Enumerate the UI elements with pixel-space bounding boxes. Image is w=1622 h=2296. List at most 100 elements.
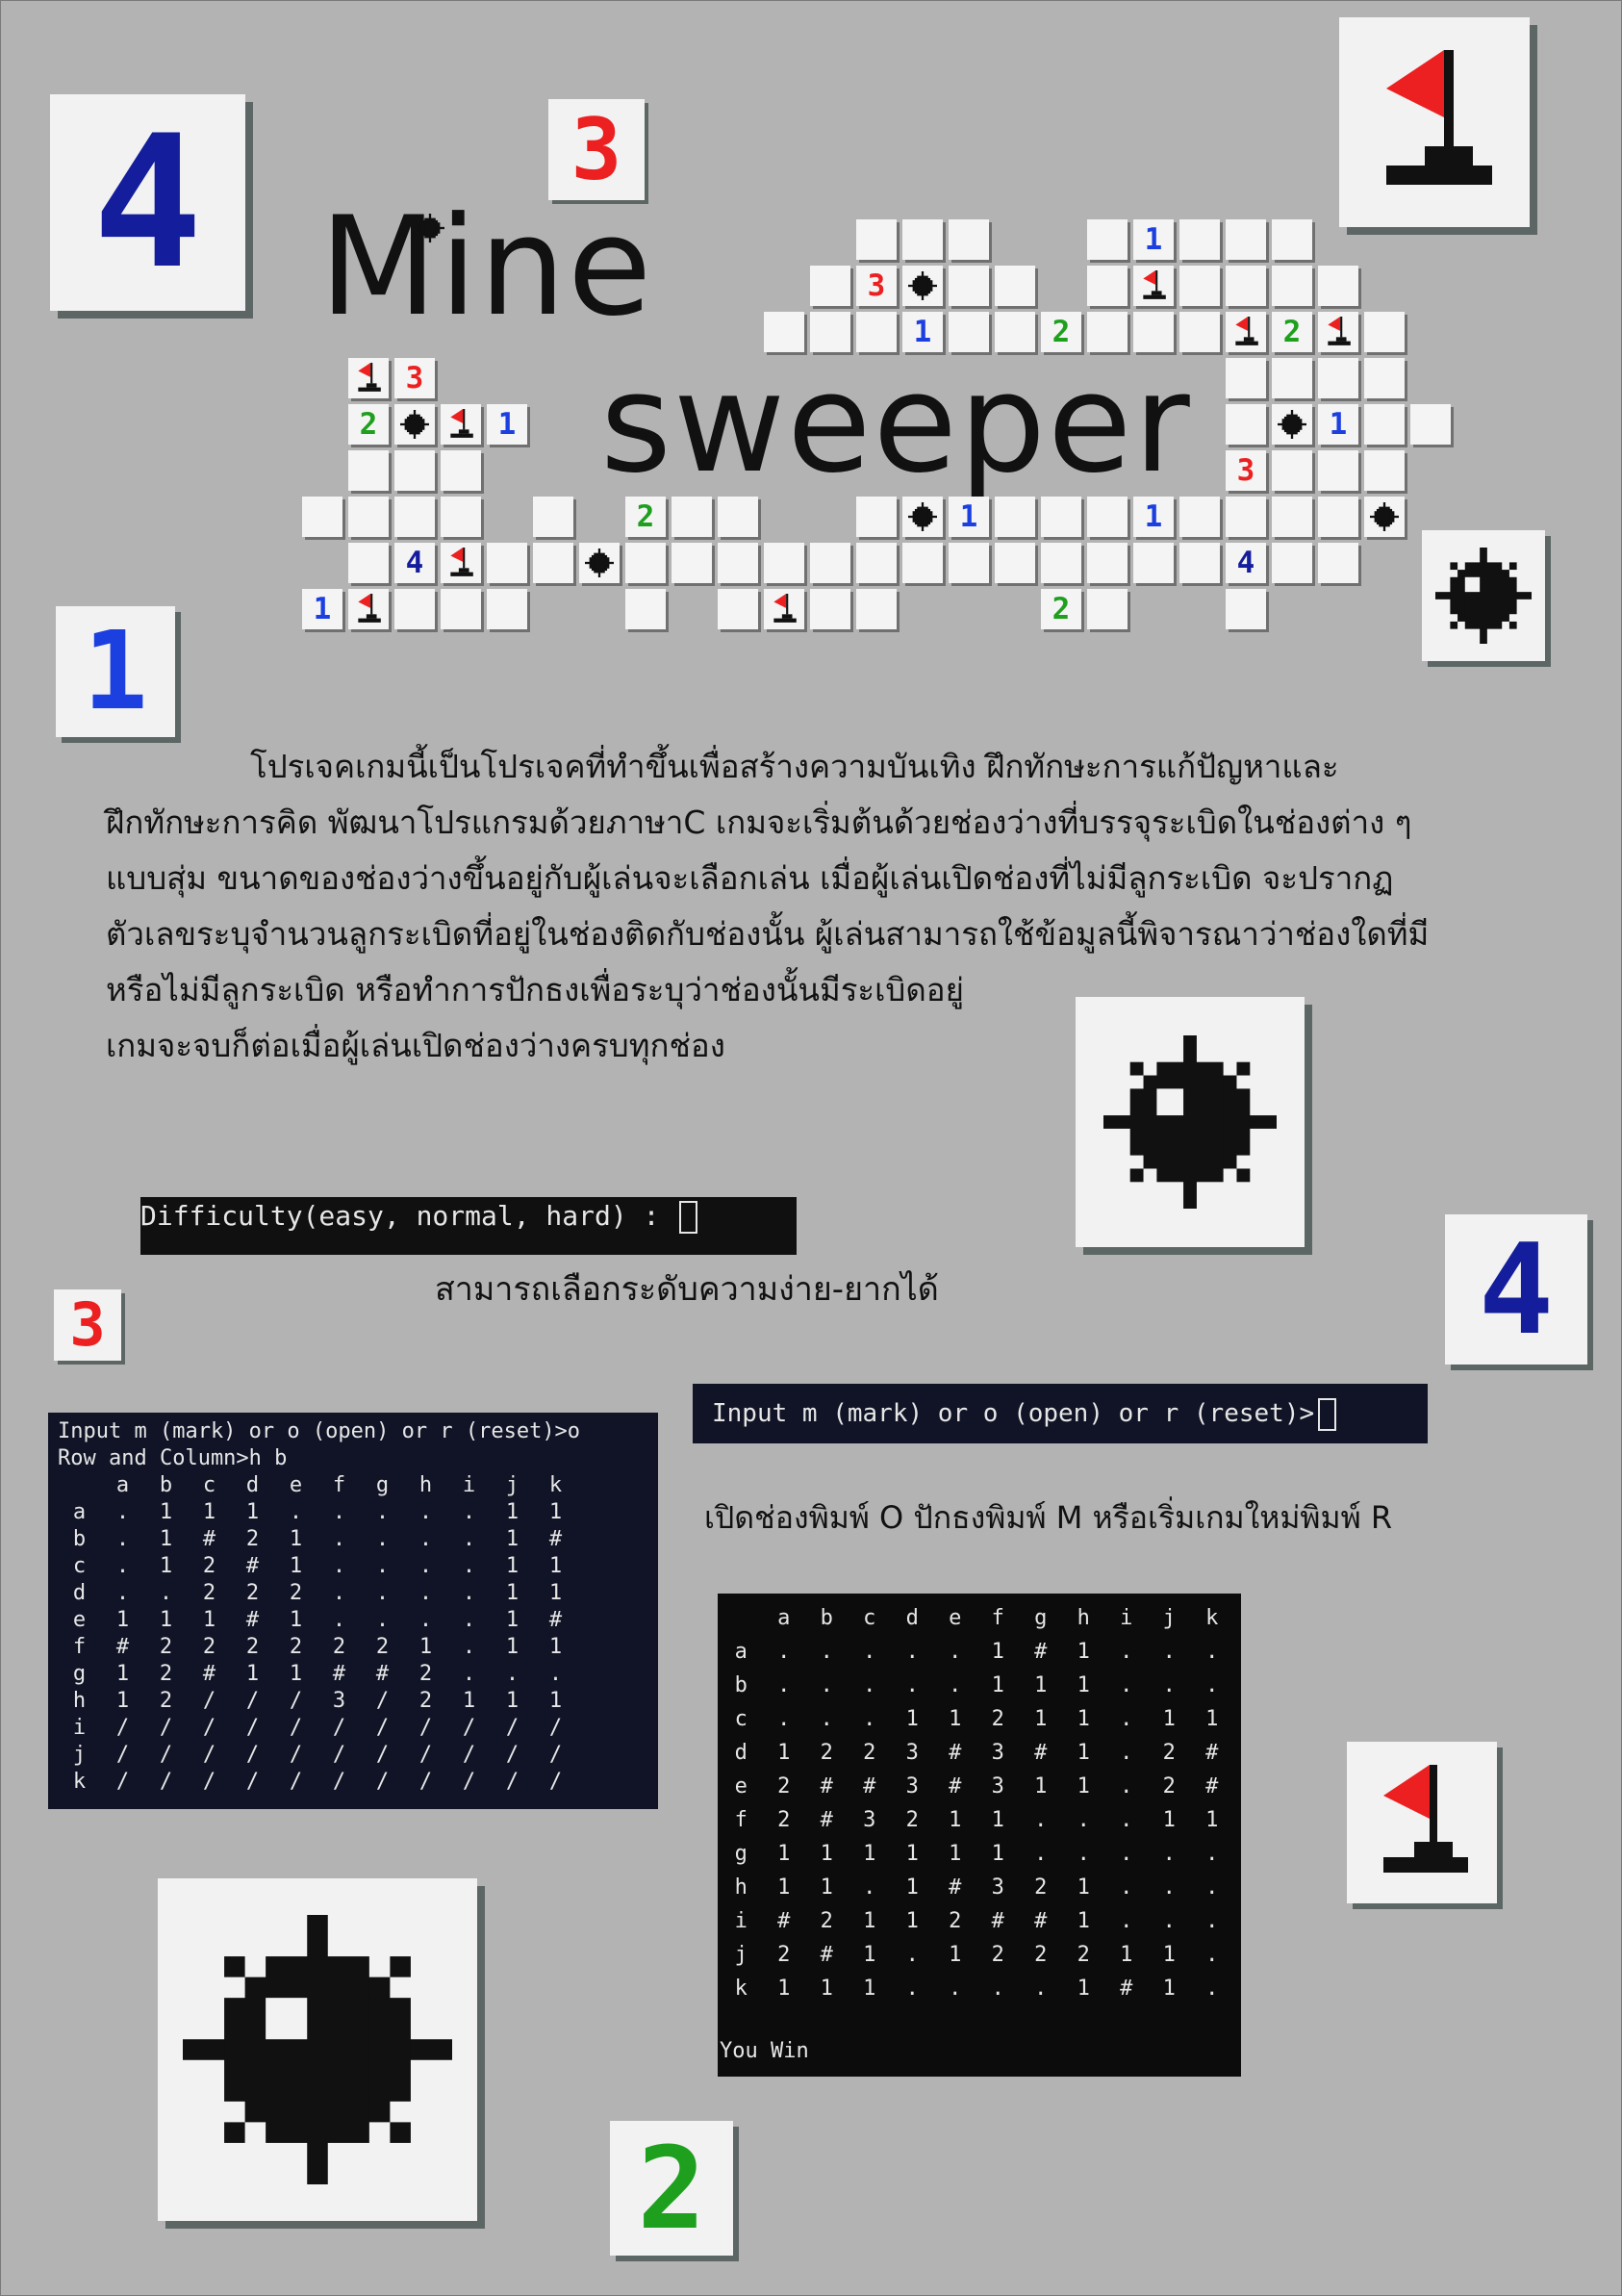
board-cell xyxy=(764,312,804,352)
input-terminal[interactable]: Input m (mark) or o (open) or r (reset)> xyxy=(693,1384,1428,1443)
grid-cell: . xyxy=(115,1500,130,1524)
board-cell xyxy=(348,450,389,491)
grid-cell: 1 xyxy=(991,1808,1004,1832)
cell-number: 4 xyxy=(1236,545,1255,580)
grid-cell: 2 xyxy=(1034,1943,1048,1967)
grid-cell: # xyxy=(245,1608,260,1632)
board-cell-number-one: 1 xyxy=(302,589,342,629)
grid-cell: / xyxy=(289,1770,303,1794)
grid-cell: . xyxy=(505,1662,520,1686)
grid-cell: / xyxy=(159,1716,173,1740)
grid-cell: / xyxy=(245,1743,260,1767)
grid-row-header: g xyxy=(734,1842,748,1866)
grid-cell: . xyxy=(462,1581,476,1605)
grid-cell: # xyxy=(991,1909,1004,1933)
board-cell xyxy=(1226,266,1266,306)
grid-column-header: g xyxy=(375,1473,390,1497)
grid-cell: . xyxy=(1077,1842,1090,1866)
grid-row: e 2 # #3 #3 1 1. 2 # xyxy=(720,1770,1233,1803)
grid-column-header: a xyxy=(777,1606,791,1630)
grid-cell: / xyxy=(418,1770,433,1794)
grid-row: g 1 1 1 1 1 1..... xyxy=(720,1837,1233,1871)
cell-number: 1 xyxy=(913,314,932,349)
cell-number: 1 xyxy=(313,591,332,626)
grid-cell: . xyxy=(462,1500,476,1524)
grid-column-header: j xyxy=(1162,1606,1176,1630)
grid-cell: . xyxy=(820,1640,833,1664)
grid-row-header: b xyxy=(72,1527,87,1551)
difficulty-terminal[interactable]: Difficulty(easy, normal, hard) : xyxy=(140,1197,797,1255)
grid-cell: 1 xyxy=(505,1581,520,1605)
grid-cell: 1 xyxy=(159,1527,173,1551)
grid-cell: . xyxy=(375,1500,390,1524)
board-cell xyxy=(1318,358,1358,398)
grid-cell: . xyxy=(159,1581,173,1605)
grid-cell: 1 xyxy=(159,1554,173,1578)
grid-cell: . xyxy=(905,1977,919,2001)
board-cell xyxy=(1087,497,1128,537)
grid-row-header: b xyxy=(734,1673,748,1697)
grid-column-header: e xyxy=(949,1606,962,1630)
board-cell xyxy=(856,312,897,352)
grid-row: i #2 1 1 2 # #1... xyxy=(720,1904,1233,1938)
board-cell-flag xyxy=(1133,266,1174,306)
grid-cell: / xyxy=(375,1689,390,1713)
grid-cell: . xyxy=(462,1527,476,1551)
board-cell xyxy=(1272,450,1312,491)
grid-cell: . xyxy=(462,1635,476,1659)
board-cell-number-one: 1 xyxy=(1133,219,1174,260)
text-cursor xyxy=(1318,1397,1337,1431)
grid-cell: . xyxy=(1162,1909,1176,1933)
grid-cell: . xyxy=(905,1640,919,1664)
grid-cell: / xyxy=(548,1770,563,1794)
grid-cell: . xyxy=(1034,1808,1048,1832)
grid-cell: 2 xyxy=(289,1581,303,1605)
mine-icon xyxy=(585,548,614,577)
grid-cell: 2 xyxy=(777,1943,791,1967)
grid-cell: 1 xyxy=(548,1689,563,1713)
cell-number: 1 xyxy=(959,498,978,534)
grid-cell: . xyxy=(863,1875,876,1900)
grid-cell: # xyxy=(115,1635,130,1659)
grid-row-header: c xyxy=(734,1707,748,1731)
board-grid: a b c d e f g h i j k a. 1 1 1..... 1 1 b. 1 #2 1.... 1 # c. 1 2 #… xyxy=(58,1472,577,1796)
grid-cell: # xyxy=(863,1774,876,1799)
grid-cell: # xyxy=(1120,1977,1133,2001)
board-cell xyxy=(1226,589,1266,629)
grid-cell: 2 xyxy=(289,1635,303,1659)
grid-cell: 1 xyxy=(1077,1909,1090,1933)
flag-icon xyxy=(1383,1765,1468,1873)
board-cell xyxy=(487,589,527,629)
board-cell xyxy=(533,543,573,583)
board-cell-number-two: 2 xyxy=(1041,312,1081,352)
grid-row: e 1 1 1 #1.... 1 # xyxy=(58,1607,577,1634)
grid-cell: / xyxy=(115,1716,130,1740)
grid-cell: . xyxy=(1205,1842,1219,1866)
grid-cell: 3 xyxy=(332,1689,346,1713)
grid-cell: . xyxy=(1162,1673,1176,1697)
board-cell xyxy=(394,497,435,537)
game-terminal-win: a b c d e f g h i j k a..... 1 #1... b..... 1 1 1... c... 1… xyxy=(718,1594,1241,2077)
game-terminal-progress: Input m (mark) or o (open) or r (reset)>… xyxy=(48,1413,658,1809)
board-cell xyxy=(348,543,389,583)
grid-cell: # xyxy=(1205,1741,1219,1765)
board-cell-flag xyxy=(441,404,481,445)
input-caption: เปิดช่องพิมพ์ O ปักธงพิมพ์ M หรือเริ่มเก… xyxy=(704,1499,1393,1536)
grid-row: k / / / / / / / / / / / xyxy=(58,1769,577,1796)
board-cell xyxy=(1226,404,1266,445)
grid-cell: 1 xyxy=(159,1500,173,1524)
grid-cell: 1 xyxy=(863,1943,876,1967)
grid-cell: . xyxy=(777,1673,791,1697)
grid-cell: . xyxy=(1120,1741,1133,1765)
grid-cell: . xyxy=(1205,1909,1219,1933)
board-cell xyxy=(441,497,481,537)
grid-column-header: d xyxy=(905,1606,919,1630)
mine-icon xyxy=(400,410,429,439)
board-cell-flag xyxy=(348,589,389,629)
win-message: You Win xyxy=(720,2039,809,2063)
grid-row: a. 1 1 1..... 1 1 xyxy=(58,1499,577,1526)
board-cell xyxy=(1133,312,1174,352)
difficulty-prompt: Difficulty(easy, normal, hard) : xyxy=(140,1200,676,1232)
grid-cell: / xyxy=(159,1743,173,1767)
board-cell xyxy=(1318,497,1358,537)
